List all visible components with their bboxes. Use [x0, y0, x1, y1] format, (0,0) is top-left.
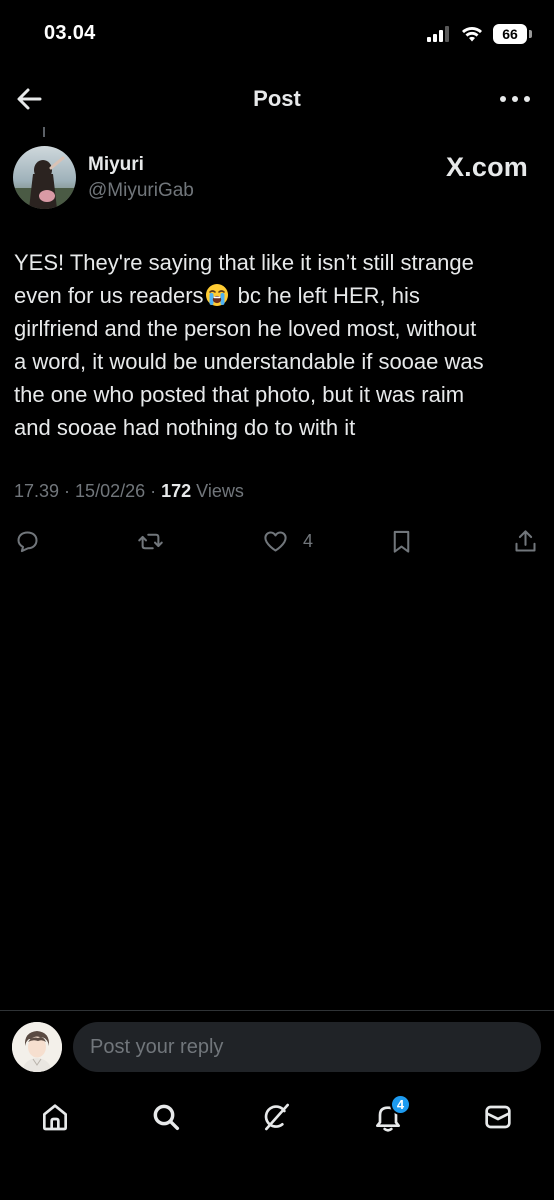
tweet-text: YES! They're saying that like it isn’t s… — [14, 246, 544, 444]
crying-face-emoji-icon — [205, 284, 228, 306]
tweet-line: and sooae had nothing do to with it — [14, 415, 356, 440]
tweet-line: girlfriend and the person he loved most,… — [14, 316, 477, 341]
meta-separator: · — [145, 481, 162, 501]
tweet-line: even for us readers bc he left HER, his — [14, 279, 544, 312]
grok-icon — [264, 1103, 289, 1131]
views-label: Views — [196, 481, 244, 501]
tweet-time[interactable]: 17.39 — [14, 481, 59, 502]
share-button[interactable] — [512, 524, 539, 558]
cellular-signal-icon — [427, 26, 449, 42]
views-count: 172 — [161, 481, 192, 501]
heart-icon — [264, 530, 287, 552]
reply-button[interactable] — [14, 524, 41, 558]
bottom-navigation: 4 — [0, 1092, 554, 1142]
tweet-meta: 17.39 · 15/02/26 · 172 Views — [14, 481, 244, 502]
search-icon — [153, 1104, 180, 1131]
reply-input[interactable] — [73, 1022, 541, 1072]
battery-indicator: 66 — [493, 24, 532, 44]
nav-messages[interactable] — [473, 1092, 523, 1142]
share-icon — [515, 529, 536, 552]
tweet-line-part: even for us readers — [14, 283, 204, 308]
more-dot-icon — [524, 96, 530, 102]
author-name[interactable]: Miyuri — [88, 154, 144, 176]
repost-button[interactable] — [137, 524, 164, 558]
like-button[interactable]: 4 — [262, 524, 313, 558]
battery-level: 66 — [493, 24, 527, 44]
reply-bubble-icon — [17, 530, 38, 552]
nav-grok[interactable] — [252, 1092, 302, 1142]
source-label: X.com — [445, 152, 528, 182]
battery-tip — [529, 30, 532, 38]
nav-home[interactable] — [30, 1092, 80, 1142]
more-options-button[interactable] — [500, 86, 530, 112]
bookmark-icon — [393, 530, 410, 553]
divider — [0, 1010, 554, 1011]
repost-icon — [138, 533, 163, 549]
wifi-icon — [462, 27, 482, 42]
tweet-line: a word, it would be understandable if so… — [14, 349, 484, 374]
author-avatar[interactable] — [13, 146, 76, 209]
envelope-icon — [485, 1105, 511, 1129]
user-avatar[interactable] — [12, 1022, 62, 1072]
status-time: 03.04 — [44, 22, 96, 44]
status-icons: 66 — [427, 24, 532, 44]
like-count: 4 — [303, 530, 314, 551]
bookmark-button[interactable] — [388, 524, 415, 558]
tweet-line-part: bc he left HER, his — [231, 283, 420, 308]
tweet-line: the one who posted that photo, but it wa… — [14, 382, 465, 407]
nav-search[interactable] — [141, 1092, 191, 1142]
source-watermark: X.com — [446, 152, 528, 183]
more-dot-icon — [512, 96, 518, 102]
tweet-line: YES! They're saying that like it isn’t s… — [14, 250, 474, 275]
page-title: Post — [253, 86, 301, 111]
thread-connector-line — [43, 127, 45, 137]
notification-badge: 4 — [390, 1094, 411, 1115]
tweet-actions: 4 — [0, 524, 554, 558]
meta-separator: · — [59, 481, 76, 501]
home-icon — [43, 1104, 67, 1131]
more-dot-icon — [500, 96, 506, 102]
nav-notifications[interactable]: 4 — [363, 1092, 413, 1142]
author-handle[interactable]: @MiyuriGab — [88, 180, 194, 202]
tweet-date[interactable]: 15/02/26 — [75, 481, 145, 502]
